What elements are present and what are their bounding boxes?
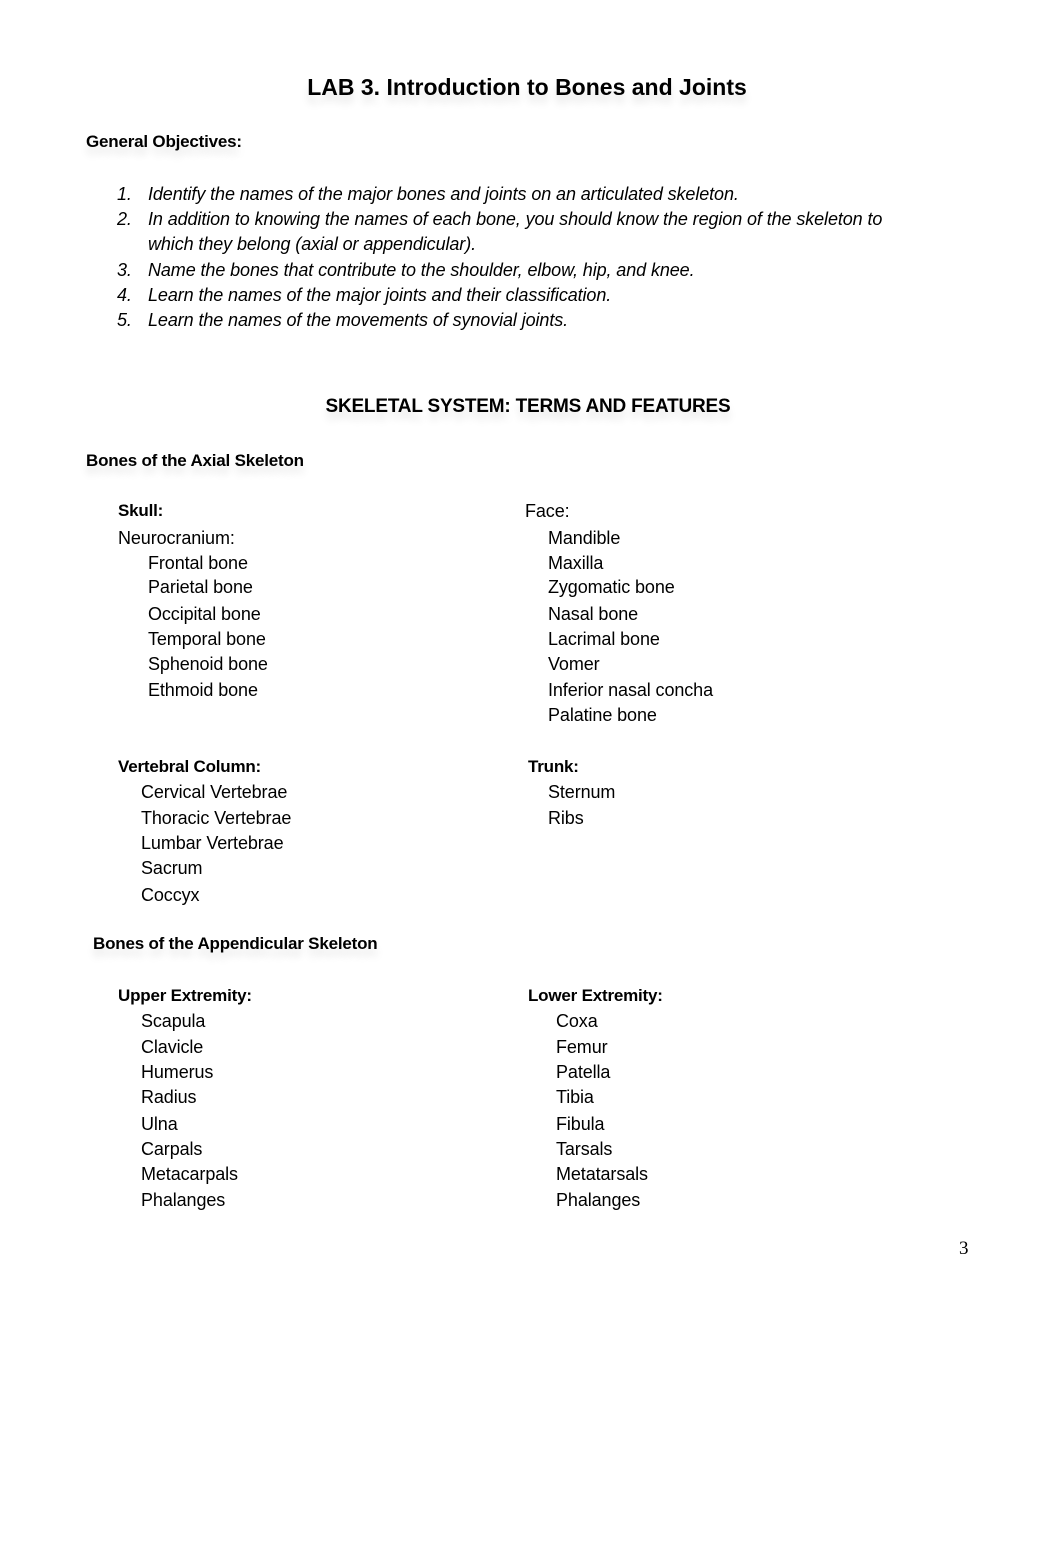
vertebral-column-heading: Vertebral Column: xyxy=(118,757,262,776)
objective-text: Learn the names of the major joints and … xyxy=(148,285,612,305)
list-item: Occipital bone xyxy=(148,604,261,624)
appendicular-skeleton-heading: Bones of the Appendicular Skeleton xyxy=(93,934,378,953)
face-heading: Face: xyxy=(525,501,570,521)
lower-extremity-heading: Lower Extremity: xyxy=(528,986,663,1005)
trunk-heading: Trunk: xyxy=(528,757,579,776)
list-item: Tarsals xyxy=(556,1139,613,1159)
list-item: Clavicle xyxy=(141,1037,204,1057)
objective-number: 3. xyxy=(117,260,132,280)
list-item: Ribs xyxy=(548,808,584,828)
page-number: 3 xyxy=(959,1238,969,1259)
objective-text: Identify the names of the major bones an… xyxy=(148,184,739,204)
list-item: Temporal bone xyxy=(148,629,266,649)
list-item: Nasal bone xyxy=(548,604,639,624)
list-item: Phalanges xyxy=(141,1190,226,1210)
list-item: Sacrum xyxy=(141,858,203,878)
list-item: Sphenoid bone xyxy=(148,654,268,674)
list-item: Radius xyxy=(141,1087,197,1107)
list-item: Maxilla xyxy=(548,553,604,573)
list-item: Humerus xyxy=(141,1062,214,1082)
upper-extremity-heading: Upper Extremity: xyxy=(118,986,252,1005)
objective-number: 2. xyxy=(117,209,132,229)
objective-text: which they belong (axial or appendicular… xyxy=(148,234,476,254)
list-item: Fibula xyxy=(556,1114,605,1134)
list-item: Scapula xyxy=(141,1011,206,1031)
list-item: Ulna xyxy=(141,1114,178,1134)
objective-text: Name the bones that contribute to the sh… xyxy=(148,260,695,280)
list-item: Parietal bone xyxy=(148,577,253,597)
list-item: Thoracic Vertebrae xyxy=(141,808,292,828)
objective-text: In addition to knowing the names of each… xyxy=(148,209,883,229)
skull-heading: Skull: xyxy=(118,501,164,520)
general-objectives-heading: General Objectives: xyxy=(86,132,242,151)
list-item: Lumbar Vertebrae xyxy=(141,833,284,853)
list-item: Carpals xyxy=(141,1139,203,1159)
list-item: Tibia xyxy=(556,1087,594,1107)
page-title: LAB 3. Introduction to Bones and Joints xyxy=(307,74,747,100)
list-item: Palatine bone xyxy=(548,705,657,725)
list-item: Vomer xyxy=(548,654,600,674)
list-item: Metacarpals xyxy=(141,1164,238,1184)
list-item: Sternum xyxy=(548,782,616,802)
list-item: Zygomatic bone xyxy=(548,577,675,597)
list-item: Metatarsals xyxy=(556,1164,648,1184)
list-item: Femur xyxy=(556,1037,608,1057)
axial-skeleton-heading: Bones of the Axial Skeleton xyxy=(86,451,304,470)
list-item: Ethmoid bone xyxy=(148,680,258,700)
list-item: Coxa xyxy=(556,1011,598,1031)
neurocranium-label: Neurocranium: xyxy=(118,528,235,548)
list-item: Coccyx xyxy=(141,885,200,905)
list-item: Phalanges xyxy=(556,1190,641,1210)
objective-number: 5. xyxy=(117,310,132,330)
list-item: Mandible xyxy=(548,528,621,548)
list-item: Cervical Vertebrae xyxy=(141,782,288,802)
list-item: Patella xyxy=(556,1062,611,1082)
list-item: Frontal bone xyxy=(148,553,248,573)
objective-number: 1. xyxy=(117,184,132,204)
objective-number: 4. xyxy=(117,285,132,305)
objective-text: Learn the names of the movements of syno… xyxy=(148,310,569,330)
section-title: SKELETAL SYSTEM: TERMS AND FEATURES xyxy=(325,396,731,417)
list-item: Lacrimal bone xyxy=(548,629,660,649)
list-item: Inferior nasal concha xyxy=(548,680,713,700)
